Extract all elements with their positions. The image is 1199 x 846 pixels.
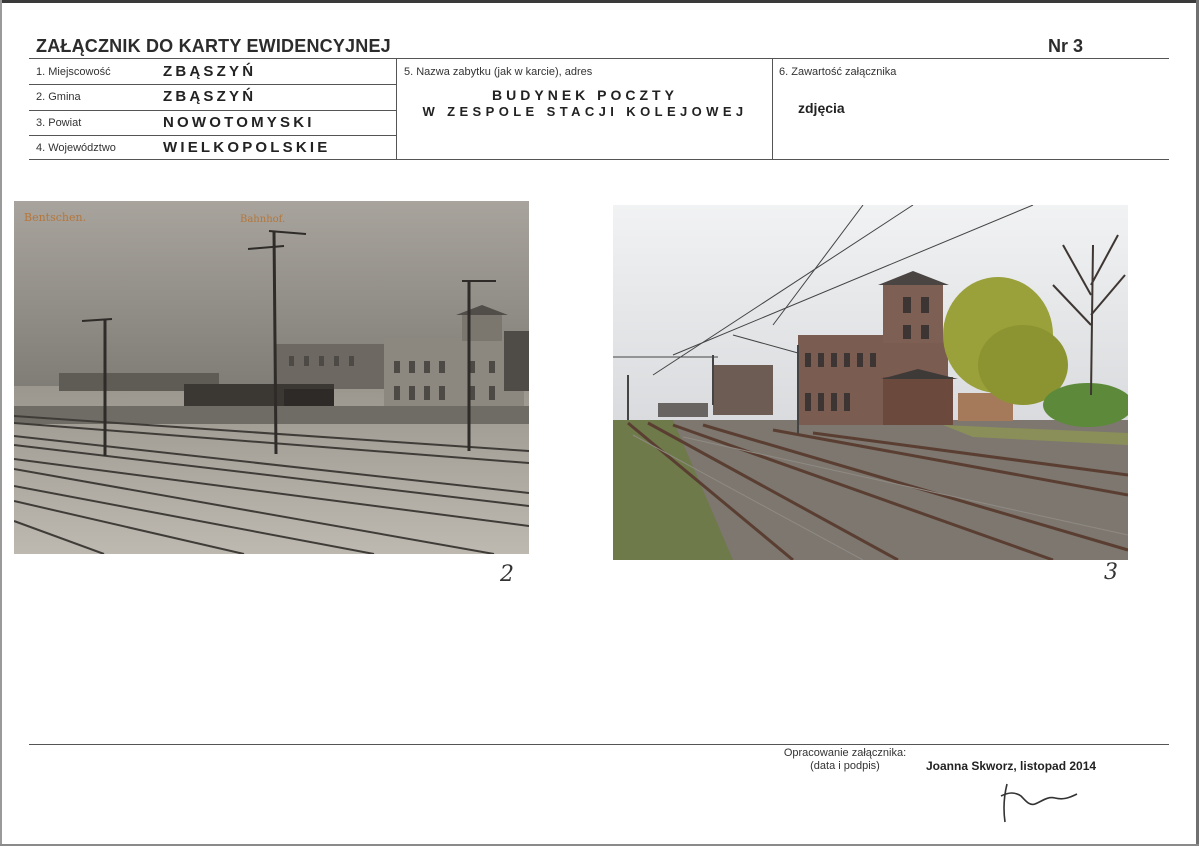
table-top-rule (29, 58, 1169, 59)
monument-name-line2: W ZESPOLE STACJI KOLEJOWEJ (422, 104, 748, 119)
row-divider-2 (29, 110, 397, 111)
label-powiat: 3. Powiat (36, 117, 82, 129)
signature (995, 778, 1085, 833)
label-wojewodztwo: 4. Województwo (36, 142, 116, 154)
label-gmina: 2. Gmina (36, 91, 81, 103)
postcard-caption-right: Bahnhof. (240, 214, 285, 225)
row-divider-1 (29, 84, 397, 85)
signature-mark (1000, 783, 1078, 823)
table-bottom-rule (29, 159, 1169, 160)
value-miejscowosc: ZBĄSZYŃ (163, 63, 257, 80)
historic-station-illustration: Bentschen. Bahnhof. (14, 201, 529, 554)
page-edge-top (0, 0, 1199, 3)
label-nazwa-zabytku: 5. Nazwa zabytku (jak w karcie), adres (404, 66, 593, 78)
value-powiat: NOWOTOMYSKI (163, 114, 315, 131)
contemporary-station-photo (613, 205, 1128, 560)
contemporary-station-illustration (613, 205, 1128, 560)
document-title: ZAŁĄCZNIK DO KARTY EWIDENCYJNEJ (36, 36, 391, 56)
label-miejscowosc: 1. Miejscowość (36, 66, 111, 78)
label-zawartosc: 6. Zawartość załącznika (779, 66, 897, 78)
author-and-date: Joanna Skworz, listopad 2014 (926, 759, 1097, 773)
postcard-caption-left: Bentschen. (24, 211, 86, 224)
page-edge-left (0, 0, 2, 846)
photo-3-number: 3 (1104, 560, 1118, 585)
footer-rule (29, 744, 1169, 745)
monument-name-line1: BUDYNEK POCZTY (492, 87, 678, 103)
attachment-number: Nr 3 (1048, 36, 1084, 56)
row-divider-3 (29, 135, 397, 136)
prepared-by-label: Opracowanie załącznika: (783, 747, 907, 759)
value-gmina: ZBĄSZYŃ (163, 88, 257, 105)
photo-2-number: 2 (500, 562, 514, 587)
historic-station-photo: Bentschen. Bahnhof. (14, 201, 529, 554)
value-wojewodztwo: WIELKOPOLSKIE (163, 139, 331, 156)
value-zawartosc: zdjęcia (798, 100, 845, 116)
prepared-by-sublabel: (data i podpis) (810, 760, 880, 772)
